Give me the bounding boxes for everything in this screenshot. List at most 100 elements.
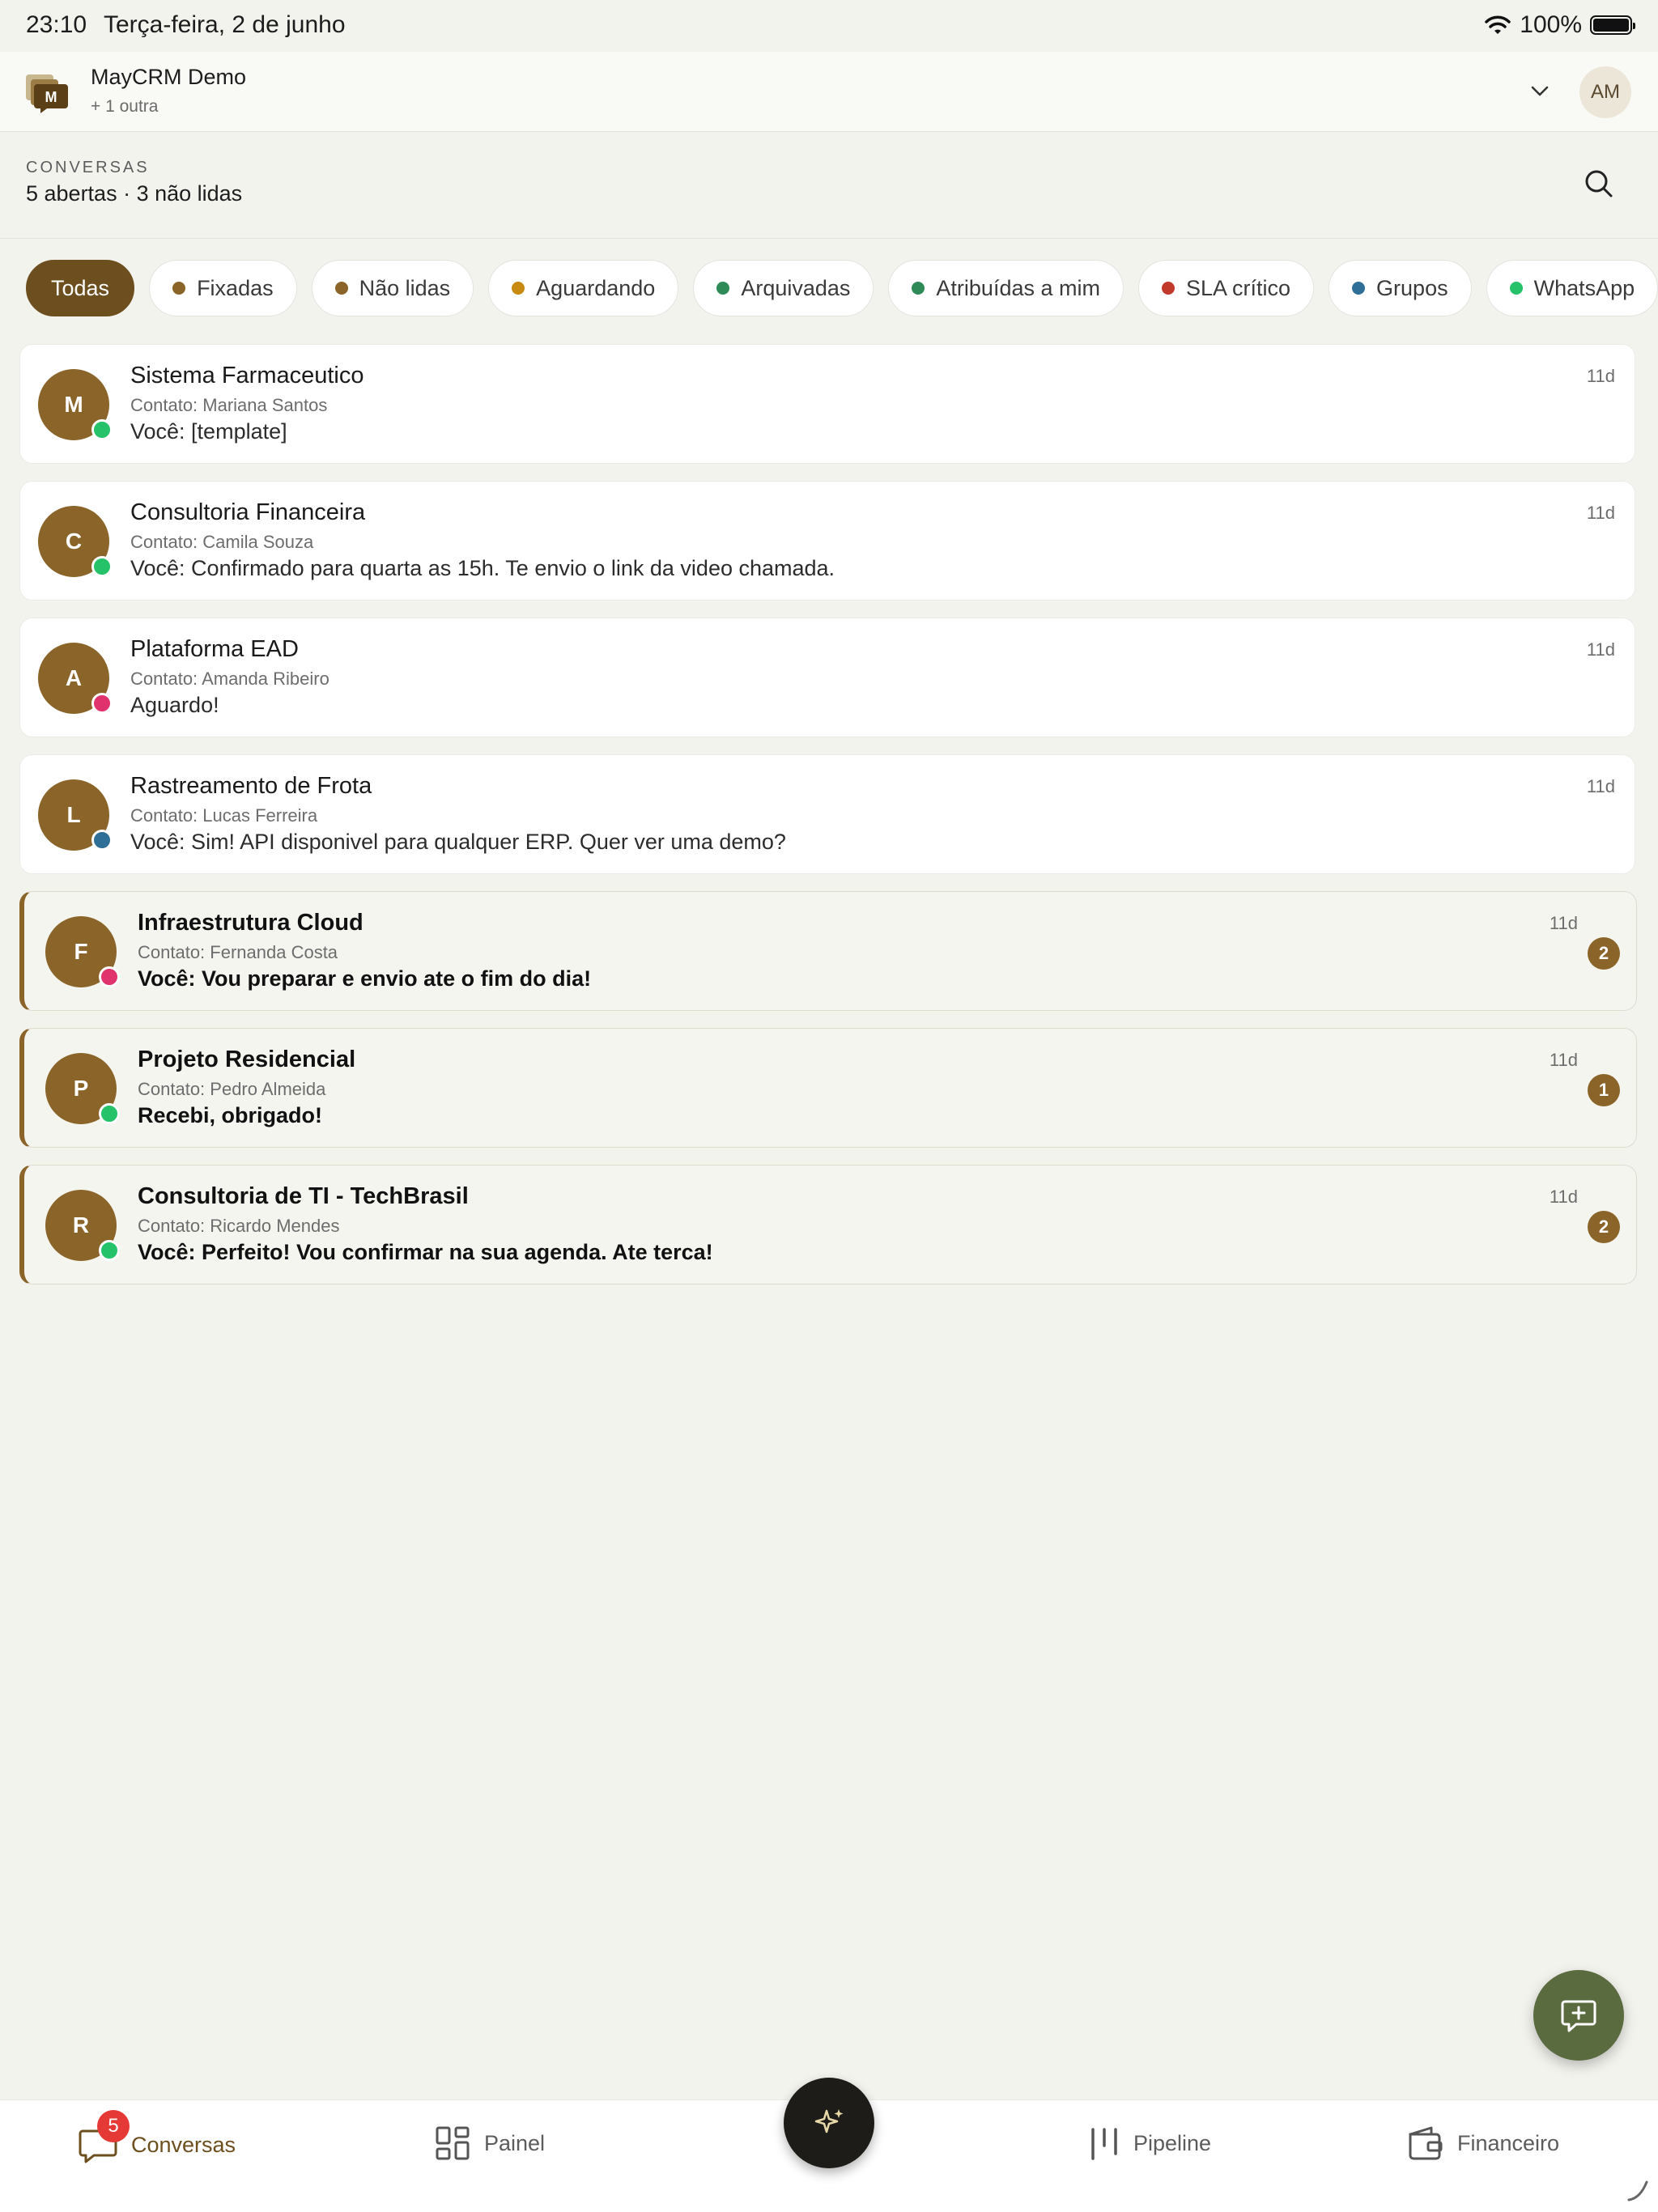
- filter-chip-grupos[interactable]: Grupos: [1329, 260, 1472, 316]
- conversation-contact: Contato: Camila Souza: [130, 532, 314, 552]
- contact-avatar: L: [38, 779, 113, 851]
- tab-label: Pipeline: [1133, 2130, 1212, 2155]
- conversation-row-unread[interactable]: R Consultoria de TI - TechBrasil Contato…: [19, 1165, 1637, 1284]
- contact-avatar: M: [38, 369, 113, 440]
- conversation-time: 11d: [1586, 776, 1615, 796]
- conversation-title: Sistema Farmaceutico: [130, 363, 364, 388]
- filter-label: Grupos: [1376, 275, 1448, 300]
- filter-label: Fixadas: [197, 275, 274, 300]
- conversation-time: 11d: [1549, 1187, 1578, 1207]
- avatar-initial: M: [64, 392, 83, 417]
- logo-letter: M: [45, 89, 57, 105]
- conversation-contact: Contato: Ricardo Mendes: [138, 1216, 340, 1236]
- section-label: CONVERSAS: [26, 159, 150, 176]
- status-right: 100%: [1484, 11, 1635, 39]
- filter-dot-icon: [1352, 282, 1366, 295]
- unread-count-badge: 2: [1588, 1211, 1620, 1243]
- conversation-contact: Contato: Lucas Ferreira: [130, 805, 318, 826]
- contact-avatar: F: [45, 916, 120, 987]
- filter-chip-atribuidas[interactable]: Atribuídas a mim: [888, 260, 1124, 316]
- conversation-row[interactable]: L Rastreamento de Frota Contato: Lucas F…: [19, 754, 1635, 874]
- dashboard-icon: [436, 2126, 470, 2160]
- conversation-last-message: Você: Perfeito! Vou confirmar na sua age…: [138, 1240, 713, 1264]
- avatar-initial: C: [65, 529, 83, 554]
- wallet-icon: [1409, 2126, 1443, 2160]
- conversation-row[interactable]: M Sistema Farmaceutico Contato: Mariana …: [19, 344, 1635, 464]
- filter-chips: Todas Fixadas Não lidas Aguardando Arqui…: [26, 260, 1658, 316]
- conversation-title: Consultoria de TI - TechBrasil: [138, 1183, 469, 1209]
- conversation-time: 11d: [1586, 503, 1615, 523]
- conversation-title: Plataforma EAD: [130, 636, 299, 662]
- tab-financeiro[interactable]: Financeiro: [1405, 2125, 1559, 2162]
- filter-chip-todas[interactable]: Todas: [26, 260, 135, 316]
- section-summary: 5 abertas · 3 não lidas: [26, 181, 243, 206]
- avatar-initial: R: [72, 1212, 90, 1238]
- conversas-badge: 5: [97, 2110, 130, 2142]
- avatar-initial: F: [74, 939, 88, 964]
- filter-dot-icon: [334, 282, 348, 295]
- filter-chip-aguardando[interactable]: Aguardando: [488, 260, 679, 316]
- filter-chip-fixadas[interactable]: Fixadas: [149, 260, 297, 316]
- conversation-row[interactable]: C Consultoria Financeira Contato: Camila…: [19, 481, 1635, 601]
- conversation-last-message: Você: Sim! API disponivel para qualquer …: [130, 830, 786, 854]
- chat-icon-wrap: 5: [78, 2110, 130, 2165]
- contact-avatar: A: [38, 643, 113, 714]
- wifi-icon: [1485, 15, 1511, 34]
- conversation-title: Consultoria Financeira: [130, 499, 366, 525]
- conversation-last-message: Recebi, obrigado!: [138, 1103, 323, 1127]
- contact-avatar: P: [45, 1053, 120, 1124]
- unread-count-badge: 1: [1588, 1074, 1620, 1106]
- tab-conversas[interactable]: 5 Conversas: [78, 2110, 236, 2165]
- contact-avatar: R: [45, 1190, 120, 1261]
- status-dot-icon: [99, 1103, 120, 1124]
- conversation-row-unread[interactable]: P Projeto Residencial Contato: Pedro Alm…: [19, 1028, 1637, 1148]
- status-dot-icon: [91, 693, 113, 714]
- ai-assistant-button[interactable]: [784, 2078, 874, 2168]
- conversation-row[interactable]: A Plataforma EAD Contato: Amanda Ribeiro…: [19, 618, 1635, 737]
- status-dot-icon: [91, 830, 113, 851]
- pipeline-icon: [1091, 2128, 1117, 2160]
- status-dot-icon: [99, 1240, 120, 1261]
- filter-dot-icon: [512, 282, 525, 295]
- conversation-row-unread[interactable]: F Infraestrutura Cloud Contato: Fernanda…: [19, 891, 1637, 1011]
- conversation-time: 11d: [1586, 366, 1615, 386]
- filter-label: Arquivadas: [741, 275, 851, 300]
- divider: [0, 238, 1658, 239]
- conversation-time: 11d: [1586, 639, 1615, 660]
- conversation-last-message: Aguardo!: [130, 693, 219, 717]
- conversation-title: Infraestrutura Cloud: [138, 910, 363, 936]
- avatar-initial: P: [73, 1076, 89, 1101]
- conversation-time: 11d: [1549, 1050, 1578, 1070]
- filter-chip-whatsapp[interactable]: WhatsApp: [1486, 260, 1658, 316]
- tab-pipeline[interactable]: Pipeline: [1088, 2125, 1211, 2162]
- avatar-initial: L: [66, 802, 81, 827]
- filter-label: Todas: [51, 275, 110, 300]
- tab-label: Financeiro: [1457, 2130, 1560, 2155]
- user-avatar[interactable]: AM: [1579, 66, 1631, 118]
- contact-avatar: C: [38, 506, 113, 577]
- filter-chip-sla-critico[interactable]: SLA crítico: [1137, 260, 1315, 316]
- status-date: Terça-feira, 2 de junho: [104, 11, 346, 38]
- new-conversation-button[interactable]: [1533, 1970, 1624, 2061]
- tab-painel[interactable]: Painel: [434, 2125, 545, 2162]
- search-icon[interactable]: [1580, 165, 1618, 202]
- sparkle-icon: [814, 2109, 844, 2133]
- org-name[interactable]: MayCRM Demo: [91, 65, 246, 90]
- filter-label: WhatsApp: [1533, 275, 1635, 300]
- app-header: M MayCRM Demo + 1 outra: [0, 52, 1658, 132]
- chevron-down-icon[interactable]: [1527, 78, 1553, 104]
- status-dot-icon: [99, 966, 120, 987]
- filter-dot-icon: [716, 282, 730, 295]
- battery-percent: 100%: [1520, 11, 1582, 38]
- conversation-time: 11d: [1549, 913, 1578, 933]
- filter-chip-nao-lidas[interactable]: Não lidas: [311, 260, 474, 316]
- filter-chip-arquivadas[interactable]: Arquivadas: [693, 260, 874, 316]
- resize-handle-icon: [1627, 2180, 1648, 2201]
- filter-dot-icon: [1509, 282, 1523, 295]
- tab-label: Conversas: [131, 2132, 236, 2157]
- conversation-contact: Contato: Mariana Santos: [130, 395, 328, 415]
- conversation-last-message: Você: Confirmado para quarta as 15h. Te …: [130, 556, 835, 580]
- filter-label: Atribuídas a mim: [936, 275, 1100, 300]
- conversation-contact: Contato: Pedro Almeida: [138, 1079, 326, 1099]
- unread-count-badge: 2: [1588, 937, 1620, 970]
